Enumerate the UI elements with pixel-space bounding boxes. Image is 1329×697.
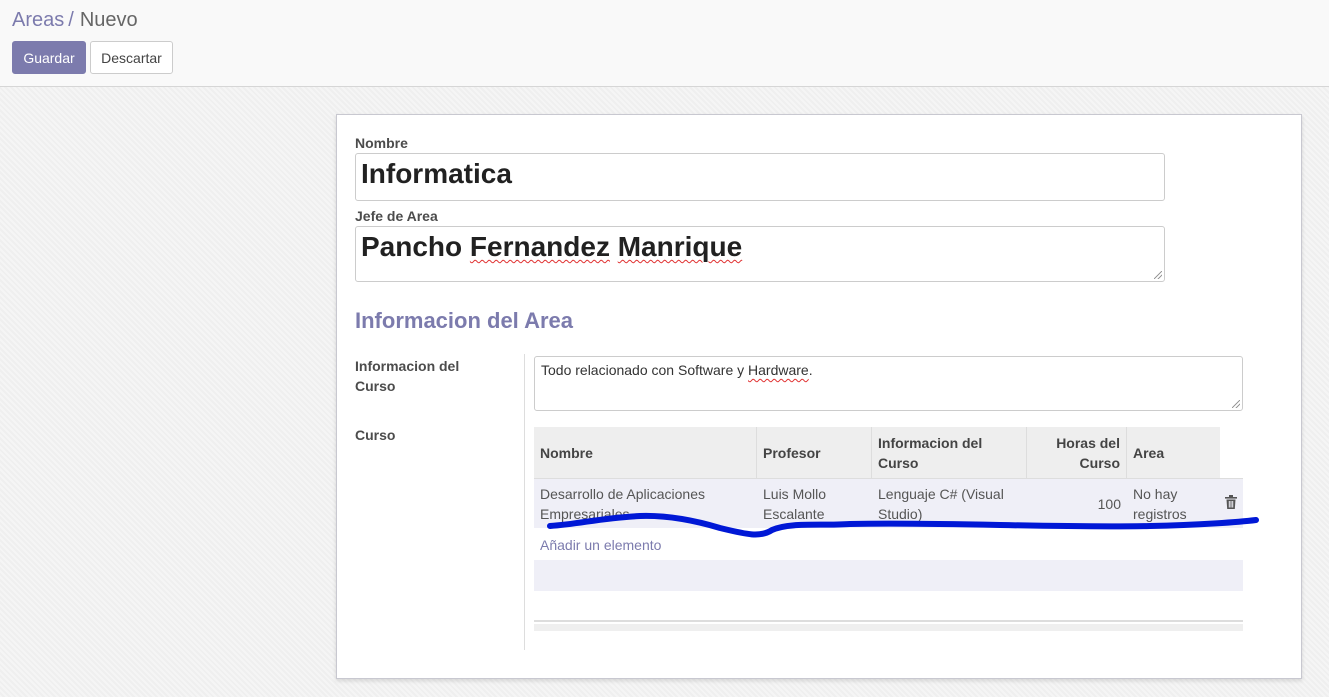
- column-header-horas[interactable]: Horas del Curso: [1027, 427, 1127, 478]
- breadcrumb: Areas / Nuevo: [12, 9, 138, 32]
- table-row[interactable]: Desarrollo de Aplicaciones Empresariales…: [534, 478, 1243, 528]
- nombre-label: Nombre: [355, 135, 408, 151]
- info-text-highlight: Hardware: [748, 362, 809, 378]
- section-title: Informacion del Area: [355, 308, 574, 333]
- trash-icon[interactable]: [1225, 495, 1237, 509]
- table-header: Nombre Profesor Informacion del Curso Ho…: [534, 427, 1220, 478]
- breadcrumb-separator: /: [68, 9, 74, 31]
- resize-handle[interactable]: [1232, 400, 1240, 408]
- cell-nombre: Desarrollo de Aplicaciones Empresariales: [540, 486, 705, 522]
- cell-area: No hay registros: [1133, 486, 1187, 522]
- resize-handle[interactable]: [1154, 271, 1162, 279]
- cell-informacion: Lenguaje C# (Visual Studio): [878, 486, 1004, 522]
- column-header-nombre[interactable]: Nombre: [534, 427, 757, 478]
- info-textarea[interactable]: Todo relacionado con Software y Hardware…: [534, 356, 1243, 411]
- jefe-third-name: Manrique: [617, 231, 743, 262]
- info-text-end: .: [808, 362, 813, 378]
- curso-label: Curso: [355, 427, 396, 443]
- nombre-field[interactable]: Informatica: [355, 153, 1165, 201]
- nombre-value: Informatica: [361, 158, 512, 189]
- save-button[interactable]: Guardar: [12, 41, 86, 74]
- table-footer: [534, 624, 1243, 631]
- add-line-link[interactable]: Añadir un elemento: [540, 537, 661, 553]
- breadcrumb-current: Nuevo: [79, 9, 138, 31]
- empty-row: [534, 591, 1243, 622]
- cell-horas: 100: [1097, 496, 1121, 512]
- jefe-label: Jefe de Area: [355, 208, 438, 224]
- control-panel: Areas / Nuevo Guardar Descartar: [0, 0, 1329, 87]
- column-header-profesor[interactable]: Profesor: [757, 427, 872, 478]
- discard-button[interactable]: Descartar: [90, 41, 173, 74]
- info-label: Informacion del Curso: [355, 358, 460, 394]
- info-text-start: Todo relacionado con Software y: [541, 362, 745, 378]
- empty-row: [534, 560, 1243, 591]
- column-header-informacion[interactable]: Informacion del Curso: [872, 427, 1027, 478]
- jefe-second-name: Fernandez: [469, 231, 610, 262]
- breadcrumb-parent-link[interactable]: Areas: [12, 9, 64, 31]
- divider: [524, 354, 525, 650]
- cell-profesor: Luis Mollo Escalante: [763, 486, 827, 522]
- column-header-area[interactable]: Area: [1127, 427, 1220, 478]
- jefe-field[interactable]: Pancho Fernandez Manrique: [355, 226, 1165, 282]
- jefe-first-name: Pancho: [361, 231, 463, 262]
